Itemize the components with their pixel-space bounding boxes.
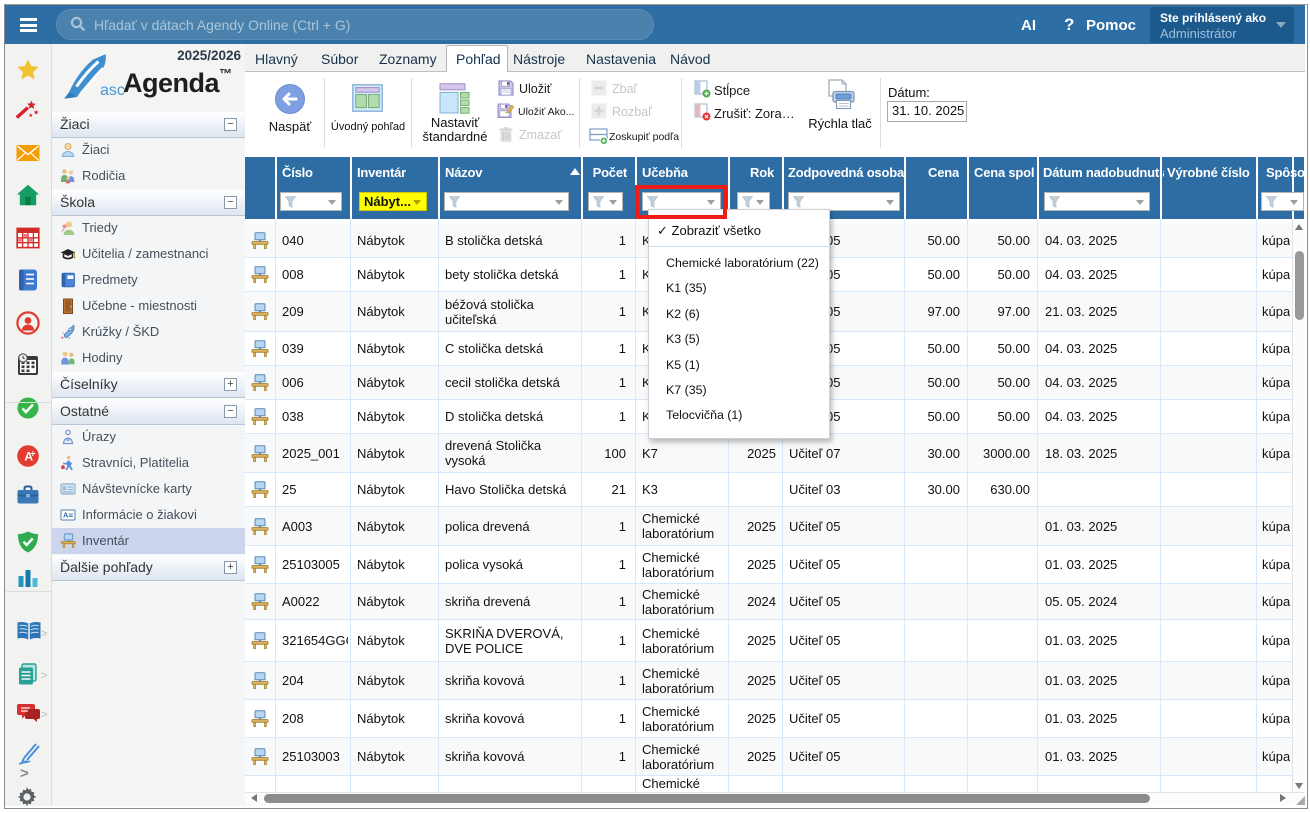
svg-text:A=: A= bbox=[63, 511, 73, 520]
svg-text:+: + bbox=[30, 448, 35, 458]
